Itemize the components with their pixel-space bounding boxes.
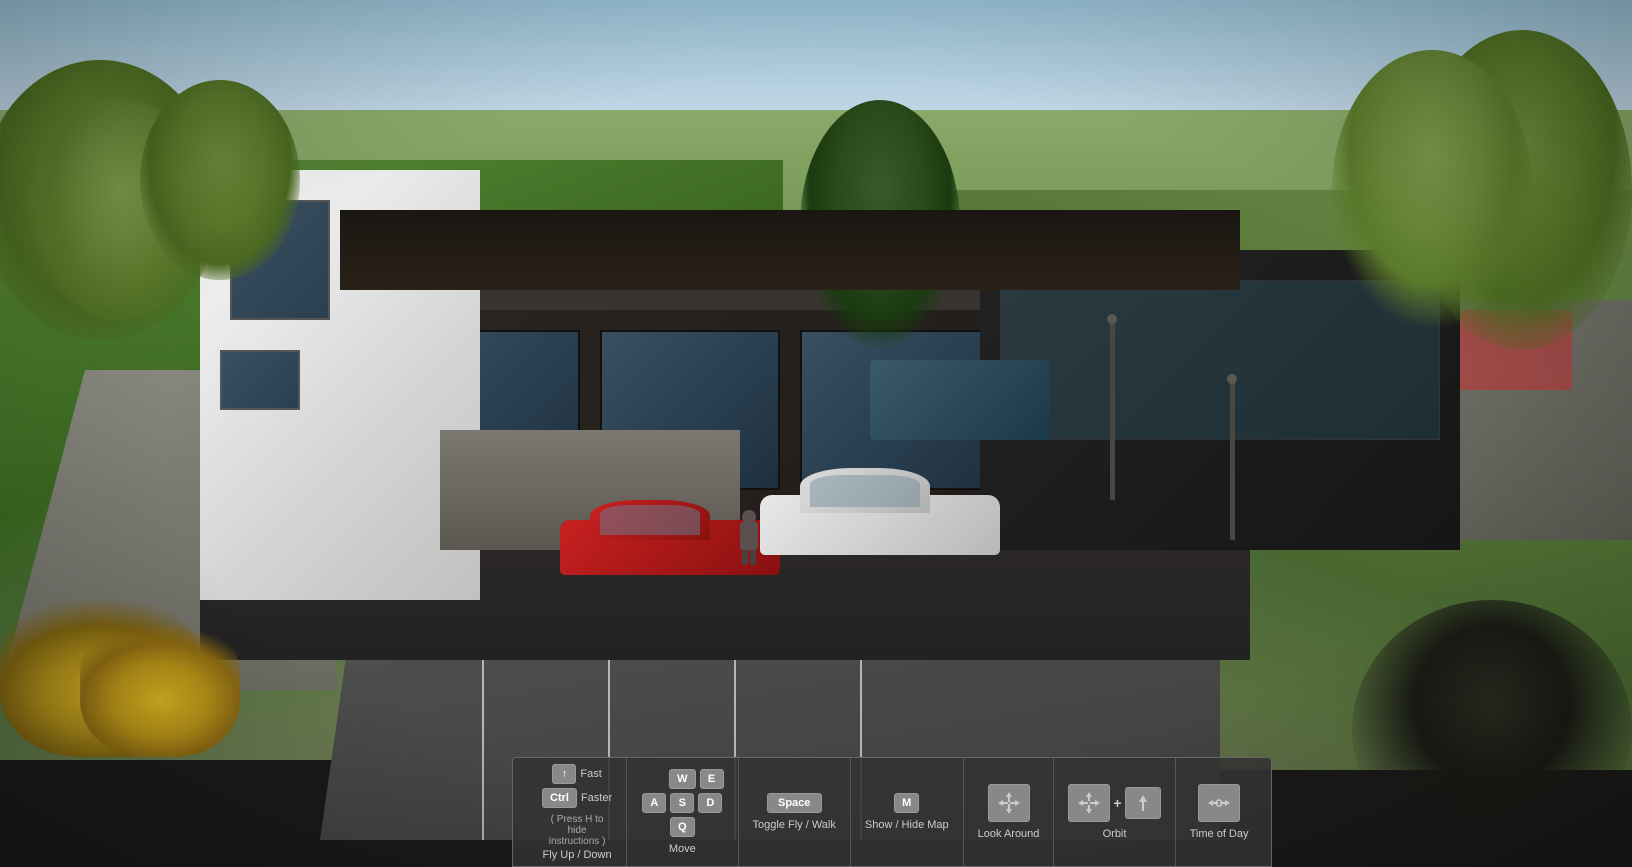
- key-e: E: [700, 769, 724, 789]
- toggle-label: Toggle Fly / Walk: [753, 819, 836, 831]
- 3d-scene: [0, 0, 1632, 867]
- time-of-day-icon: [1198, 784, 1240, 822]
- tree-right-2: [1332, 50, 1532, 330]
- fly-keys-row-1: ↑ Fast: [552, 764, 601, 784]
- hud-fly-section: ↑ Fast Ctrl Faster ( Press H to hide ins…: [528, 758, 627, 866]
- look-icon-group: [988, 784, 1030, 822]
- hud-map-section: M Show / Hide Map: [851, 758, 964, 866]
- orbit-label: Orbit: [1103, 828, 1127, 840]
- key-d: D: [698, 793, 722, 813]
- lamp-post-2: [1230, 380, 1235, 540]
- fly-label: Fly Up / Down: [543, 849, 612, 861]
- hud-look-section: Look Around: [964, 758, 1055, 866]
- fly-keys: ↑ Fast Ctrl Faster: [542, 764, 612, 808]
- fast-label: Fast: [580, 768, 601, 780]
- hud-toggle-section: Space Toggle Fly / Walk: [739, 758, 851, 866]
- key-ctrl: Ctrl: [542, 788, 577, 808]
- move-keys-row-top: E W E: [641, 769, 723, 789]
- key-a: A: [642, 793, 666, 813]
- hud-orbit-section: + Orbit: [1054, 758, 1175, 866]
- hud-move-section: E W E A S D Q Move: [627, 758, 738, 866]
- orbit-icon: [1068, 784, 1110, 822]
- press-h-hint: ( Press H to hide instructions ): [542, 814, 612, 847]
- key-up-arrow: ↑: [552, 764, 576, 784]
- orbit-up-icon: [1125, 787, 1161, 819]
- move-keys-row-mid: A S D: [642, 793, 722, 813]
- lamp-head-1: [1107, 314, 1117, 324]
- fly-keys-row-2: Ctrl Faster: [542, 788, 612, 808]
- faster-label: Faster: [581, 792, 612, 804]
- toggle-keys: Space: [767, 793, 822, 813]
- hud-toolbar: ↑ Fast Ctrl Faster ( Press H to hide ins…: [512, 757, 1272, 867]
- look-label: Look Around: [978, 828, 1040, 840]
- four-arrow-svg: [995, 789, 1023, 817]
- time-label: Time of Day: [1190, 828, 1249, 840]
- car-white: [760, 455, 1000, 555]
- tree-bottom-right: [1352, 600, 1632, 860]
- tree-left-3: [140, 80, 300, 280]
- lamp-head-2: [1227, 374, 1237, 384]
- pool: [870, 360, 1050, 440]
- move-keys: E W E A S D Q: [641, 769, 723, 837]
- move-label: Move: [669, 843, 696, 855]
- map-keys: M: [894, 793, 919, 813]
- time-arrow-svg: [1205, 789, 1233, 817]
- lamp-post-1: [1110, 320, 1115, 500]
- map-label: Show / Hide Map: [865, 819, 949, 831]
- orbit-icon-group: +: [1068, 784, 1160, 822]
- look-around-icon: [988, 784, 1030, 822]
- tower-window-2: [220, 350, 300, 410]
- hud-time-section: Time of Day: [1176, 758, 1263, 866]
- key-q: Q: [670, 817, 695, 837]
- up-arrow-svg: [1132, 792, 1154, 814]
- move-keys-row-bot: Q: [670, 817, 695, 837]
- person-silhouette: [740, 510, 758, 565]
- roof-overhang: [340, 210, 1240, 290]
- time-icon-group: [1198, 784, 1240, 822]
- key-space: Space: [767, 793, 822, 813]
- key-m: M: [894, 793, 919, 813]
- key-w: W: [669, 769, 695, 789]
- shrub-yellow-2: [80, 617, 240, 757]
- orbit-plus: +: [1113, 795, 1121, 811]
- orbit-arrow-svg: [1075, 789, 1103, 817]
- key-s: S: [670, 793, 694, 813]
